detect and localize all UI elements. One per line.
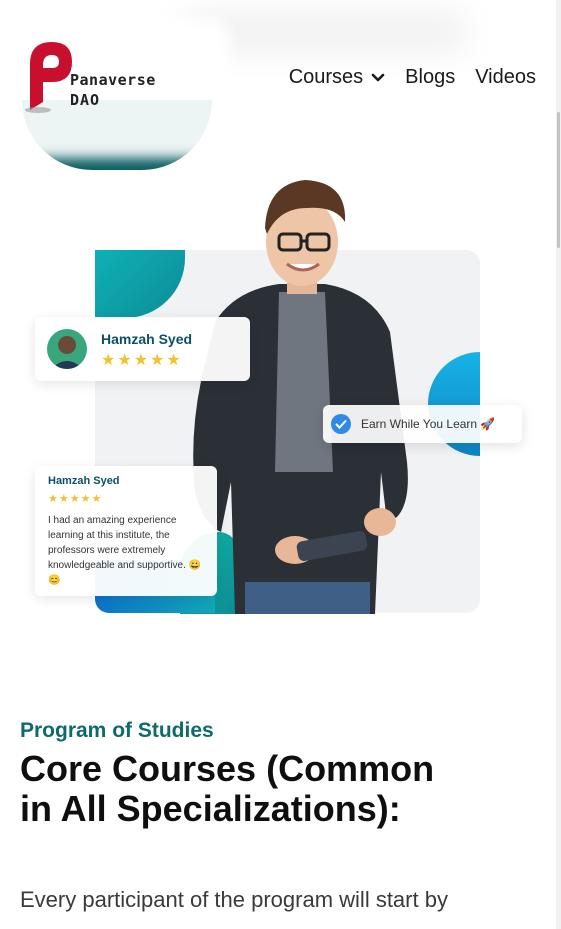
nav-blogs[interactable]: Blogs	[405, 66, 455, 89]
logo-text-line2: DAO	[70, 91, 101, 109]
section-title: Core Courses (Common in All Specializati…	[20, 748, 435, 829]
rating-stars: ★★★★★	[48, 493, 103, 505]
logo-text-line1: Panaverse	[70, 71, 156, 89]
section-eyebrow: Program of Studies	[20, 719, 214, 742]
nav-courses-label: Courses	[288, 66, 364, 88]
main-nav: Courses Blogs Videos	[289, 66, 536, 89]
review-card-large: Hamzah Syed ★★★★★ I had an amazing exper…	[35, 466, 217, 596]
reviewer-name: Hamzah Syed	[101, 331, 193, 347]
page-scrollbar[interactable]	[556, 0, 561, 929]
review-card-small: Hamzah Syed ★★★★★	[35, 317, 250, 381]
nav-blogs-label: Blogs	[405, 66, 456, 88]
earn-while-you-learn-badge: Earn While You Learn 🚀	[323, 405, 522, 443]
section-lead: Every participant of the program will st…	[20, 887, 448, 912]
avatar	[47, 329, 87, 369]
review-text: I had an amazing experience learning at …	[48, 515, 202, 586]
checkmark-icon	[331, 414, 351, 434]
panaverse-logo[interactable]: Panaverse DAO	[22, 38, 172, 118]
chevron-down-icon	[371, 73, 385, 81]
badge-label: Earn While You Learn 🚀	[361, 417, 496, 431]
reviewer-name: Hamzah Syed	[48, 475, 120, 487]
page: Panaverse DAO Courses Blogs Videos Hamza…	[0, 0, 556, 929]
rating-stars: ★★★★★	[101, 352, 183, 369]
nav-videos[interactable]: Videos	[475, 66, 536, 89]
scrollbar-thumb[interactable]	[557, 112, 560, 248]
nav-courses[interactable]: Courses	[289, 66, 385, 89]
nav-videos-label: Videos	[475, 66, 536, 88]
